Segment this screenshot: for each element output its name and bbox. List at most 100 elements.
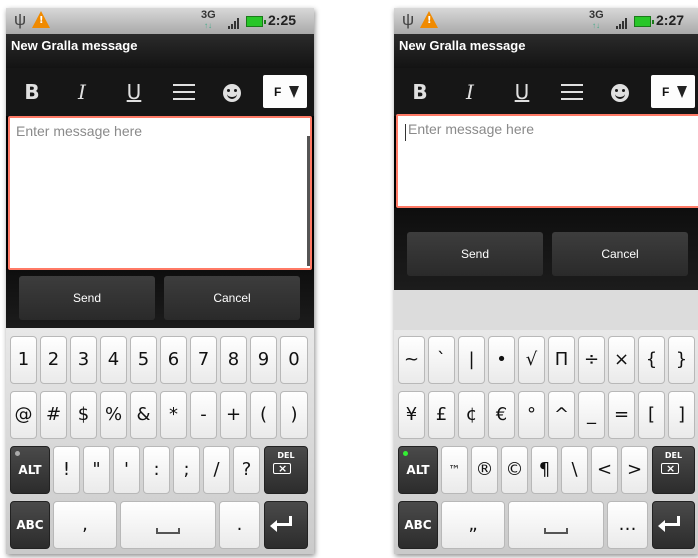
key[interactable]: - — [190, 391, 217, 439]
key[interactable]: * — [160, 391, 187, 439]
key[interactable]: " — [83, 446, 110, 494]
key[interactable]: √ — [518, 336, 545, 384]
space-key[interactable] — [508, 501, 604, 549]
message-input[interactable]: Enter message here — [396, 114, 698, 208]
key[interactable]: × — [608, 336, 635, 384]
key[interactable]: ~ — [398, 336, 425, 384]
underline-button[interactable]: U — [506, 78, 538, 106]
key[interactable]: < — [591, 446, 618, 494]
underline-button[interactable]: U — [118, 78, 150, 106]
key[interactable]: 8 — [220, 336, 247, 384]
send-button[interactable]: Send — [19, 276, 155, 320]
alt-key[interactable]: ALT — [398, 446, 438, 494]
key[interactable]: ™ — [441, 446, 468, 494]
key[interactable]: 3 — [70, 336, 97, 384]
key[interactable]: „ — [441, 501, 505, 549]
send-button[interactable]: Send — [407, 232, 543, 276]
enter-icon — [658, 516, 680, 532]
key[interactable]: . — [219, 501, 260, 549]
key[interactable]: } — [668, 336, 695, 384]
key[interactable]: # — [40, 391, 67, 439]
usb-icon: ψ — [402, 10, 415, 29]
key[interactable]: ¶ — [531, 446, 558, 494]
space-key[interactable] — [120, 501, 216, 549]
italic-button[interactable]: I — [454, 78, 486, 106]
key[interactable]: @ — [10, 391, 37, 439]
smiley-icon — [223, 84, 241, 102]
key[interactable]: ! — [53, 446, 80, 494]
key[interactable]: £ — [428, 391, 455, 439]
cancel-button[interactable]: Cancel — [552, 232, 688, 276]
key[interactable]: 7 — [190, 336, 217, 384]
key[interactable]: ® — [471, 446, 498, 494]
key[interactable]: ( — [250, 391, 277, 439]
list-button[interactable] — [556, 78, 588, 106]
key[interactable]: € — [488, 391, 515, 439]
list-icon — [173, 84, 195, 86]
key[interactable]: & — [130, 391, 157, 439]
key[interactable]: { — [638, 336, 665, 384]
phone-screenshot-right: ψ 3G ↑↓ 2:27 New Gralla message B I U F … — [394, 8, 698, 554]
key[interactable]: Π — [548, 336, 575, 384]
key[interactable]: ° — [518, 391, 545, 439]
delete-key[interactable]: DEL — [652, 446, 695, 494]
key[interactable]: \ — [561, 446, 588, 494]
alt-key-label: ALT — [18, 463, 42, 477]
key[interactable]: > — [621, 446, 648, 494]
key[interactable]: 0 — [280, 336, 308, 384]
message-placeholder: Enter message here — [16, 123, 143, 139]
cancel-button[interactable]: Cancel — [164, 276, 300, 320]
font-button[interactable]: F — [263, 75, 307, 108]
key[interactable]: 9 — [250, 336, 277, 384]
key[interactable]: ` — [428, 336, 455, 384]
key[interactable]: 6 — [160, 336, 187, 384]
alt-key[interactable]: ALT — [10, 446, 50, 494]
bold-button[interactable]: B — [16, 78, 48, 106]
bold-button[interactable]: B — [404, 78, 436, 106]
key[interactable]: : — [143, 446, 170, 494]
candidate-strip — [394, 290, 698, 330]
key[interactable]: $ — [70, 391, 97, 439]
key[interactable]: ÷ — [578, 336, 605, 384]
scrollbar[interactable] — [307, 136, 310, 266]
key[interactable]: ? — [233, 446, 260, 494]
key[interactable]: % — [100, 391, 127, 439]
abc-key[interactable]: ABC — [398, 501, 438, 549]
font-button[interactable]: F — [651, 75, 695, 108]
key[interactable]: / — [203, 446, 230, 494]
delete-key[interactable]: DEL — [264, 446, 308, 494]
key[interactable]: | — [458, 336, 485, 384]
key[interactable]: … — [607, 501, 648, 549]
clock: 2:25 — [268, 12, 297, 28]
message-input[interactable]: Enter message here — [8, 116, 312, 270]
abc-key[interactable]: ABC — [10, 501, 50, 549]
emoticon-button[interactable] — [604, 78, 636, 106]
backspace-icon — [661, 455, 679, 483]
key[interactable]: ^ — [548, 391, 575, 439]
key[interactable]: ¥ — [398, 391, 425, 439]
key[interactable]: ) — [280, 391, 308, 439]
key[interactable]: 2 — [40, 336, 67, 384]
italic-button[interactable]: I — [66, 78, 98, 106]
key[interactable]: , — [53, 501, 117, 549]
enter-key[interactable] — [652, 501, 695, 549]
emoticon-button[interactable] — [216, 78, 248, 106]
network-type: 3G — [589, 9, 604, 21]
key[interactable]: ; — [173, 446, 200, 494]
key[interactable]: 5 — [130, 336, 157, 384]
data-activity-icon: ↑↓ — [204, 21, 212, 30]
key[interactable]: ] — [668, 391, 695, 439]
key[interactable]: ¢ — [458, 391, 485, 439]
key[interactable]: • — [488, 336, 515, 384]
key[interactable]: 1 — [10, 336, 37, 384]
key[interactable]: [ — [638, 391, 665, 439]
key[interactable]: 4 — [100, 336, 127, 384]
enter-key[interactable] — [264, 501, 308, 549]
key[interactable]: © — [501, 446, 528, 494]
list-button[interactable] — [168, 78, 200, 106]
key[interactable]: ' — [113, 446, 140, 494]
key[interactable]: _ — [578, 391, 605, 439]
dropdown-arrow-icon — [677, 86, 687, 98]
key[interactable]: = — [608, 391, 635, 439]
key[interactable]: + — [220, 391, 247, 439]
